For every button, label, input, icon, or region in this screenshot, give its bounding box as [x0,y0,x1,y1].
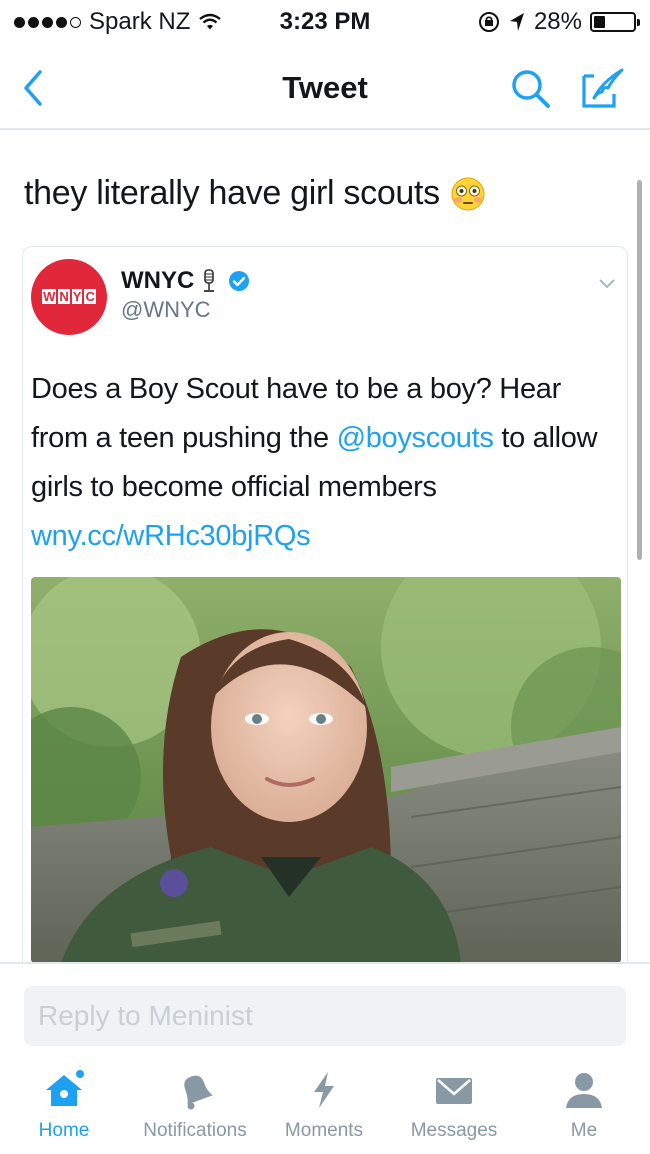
tab-messages[interactable]: Messages [400,1068,508,1142]
tab-home[interactable]: Home [28,1068,100,1142]
person-icon [566,1073,602,1108]
chevron-down-icon[interactable] [597,277,617,291]
tweet-url-link[interactable]: wny.cc/wRHc30bjRQs [31,512,621,561]
reply-placeholder: Reply to Meninist [38,1000,253,1031]
author-name-row[interactable]: WNYC [121,267,250,295]
compose-icon[interactable] [578,64,628,112]
battery-level [594,16,605,28]
quoted-tweet-card[interactable]: WNYC WNYC @WNYC Does a Boy Scout have to… [22,246,628,962]
logo-letter: C [84,289,96,304]
rotation-lock-icon [478,12,499,32]
tab-label: Me [570,1120,598,1141]
tab-label: Home [38,1120,90,1141]
author-handle[interactable]: @WNYC [121,297,211,323]
tab-label: Notifications [143,1120,247,1141]
microphone-icon [204,269,215,292]
tab-bar: Home Notifications Moments Messages Me [0,1060,650,1154]
quoted-tweet-text: Does a Boy Scout have to be a boy? Hear … [31,365,621,561]
scroll-indicator[interactable] [637,180,642,560]
tweet-photo[interactable] [31,577,621,962]
logo-letter: N [58,289,70,304]
battery-icon [590,12,640,32]
status-right: 28% [478,8,640,36]
nav-bar: Tweet [0,44,650,130]
mention-link[interactable]: @boyscouts [337,422,494,454]
logo-letter: Y [71,289,83,304]
avatar[interactable]: WNYC [31,259,107,335]
location-arrow-icon [509,13,524,31]
envelope-icon [436,1078,472,1104]
search-icon[interactable] [508,66,554,112]
tab-moments[interactable]: Moments [276,1068,372,1142]
lightning-icon [314,1072,334,1108]
author-name[interactable]: WNYC [121,267,194,295]
verified-badge-icon [229,271,250,291]
home-icon [46,1070,84,1106]
tab-label: Messages [410,1120,498,1141]
flushed-face-emoji-icon [451,177,485,210]
battery-percent: 28% [533,8,582,35]
reply-input[interactable]: Reply to Meninist [24,986,626,1046]
tweet-text: they literally have girl scouts [24,174,486,213]
divider [0,962,650,964]
tweet-text-content: they literally have girl scouts [24,174,440,212]
tab-label: Moments [284,1120,364,1141]
wnyc-logo: WNYC [31,289,107,304]
status-bar: Spark NZ 3:23 PM 28% [0,0,650,44]
logo-letter: W [42,289,57,304]
tab-notifications[interactable]: Notifications [128,1068,262,1142]
tab-me[interactable]: Me [556,1068,612,1142]
bell-icon [184,1075,213,1110]
